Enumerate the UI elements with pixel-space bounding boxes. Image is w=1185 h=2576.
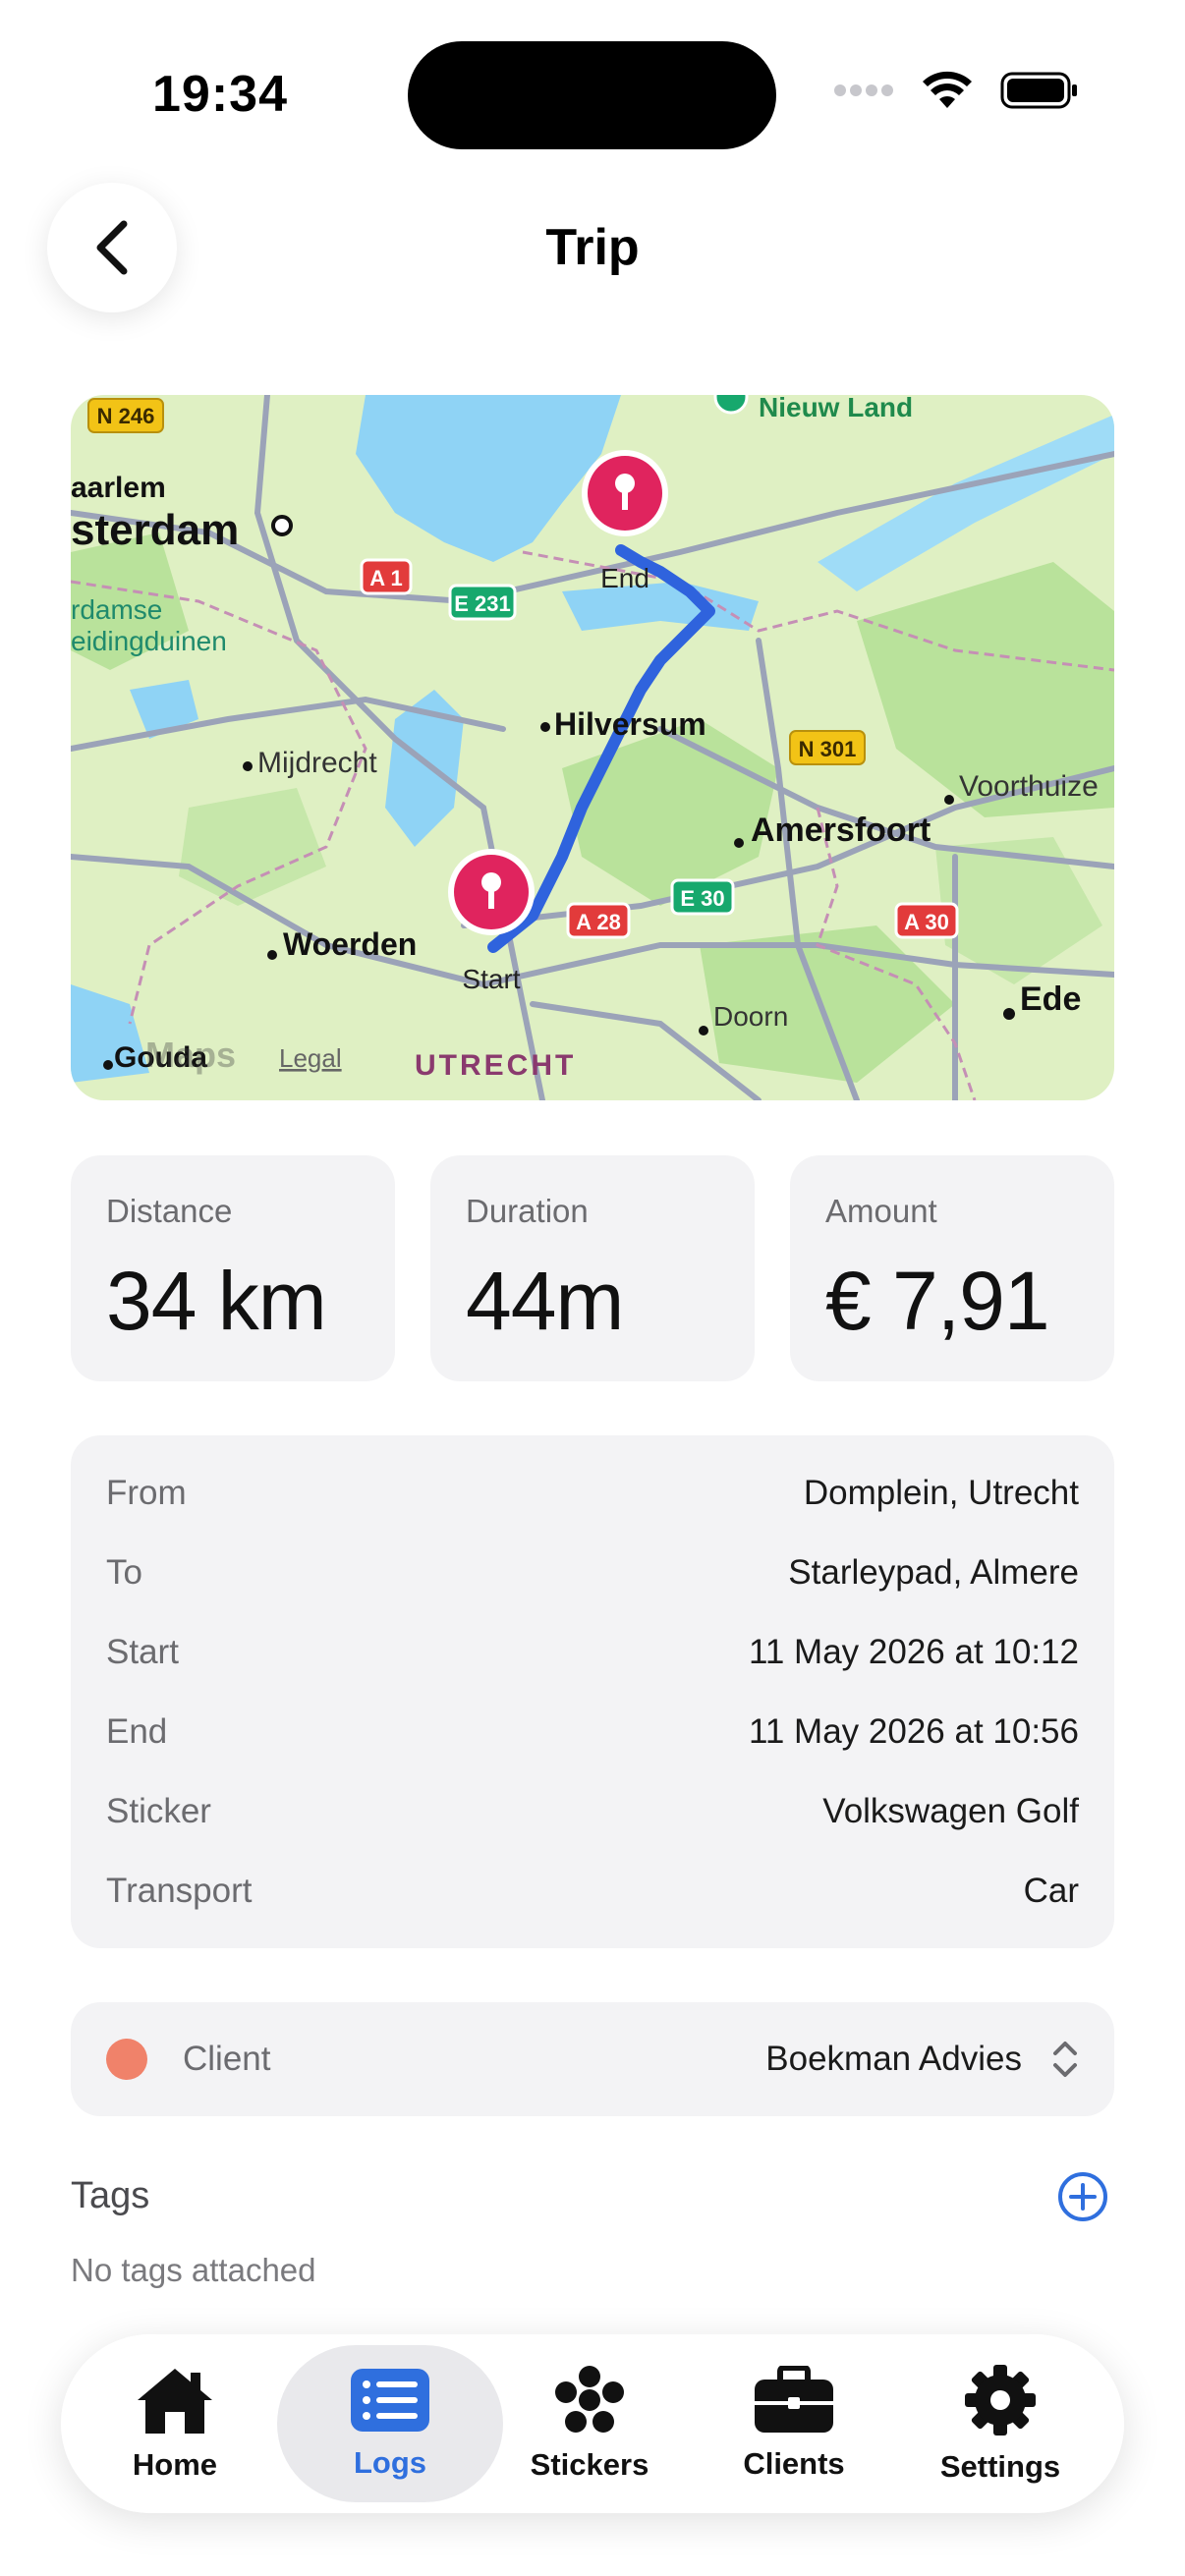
client-value: Boekman Advies [765, 2040, 1022, 2078]
add-tag-button[interactable] [1057, 2171, 1108, 2222]
client-label: Client [183, 2040, 271, 2078]
detail-value: Volkswagen Golf [822, 1791, 1079, 1830]
stat-label: Distance [106, 1193, 233, 1229]
detail-row-start: Start 11 May 2026 at 10:12 [106, 1612, 1079, 1692]
map-pin-start [448, 849, 535, 935]
svg-text:eidingduinen: eidingduinen [71, 626, 227, 656]
briefcase-icon [755, 2366, 833, 2433]
tab-label: Logs [353, 2445, 427, 2480]
svg-text:Maps: Maps [145, 1035, 236, 1075]
list-icon [351, 2369, 429, 2432]
svg-text:A 30: A 30 [904, 910, 949, 934]
status-time: 19:34 [152, 66, 288, 123]
map-forest-1 [562, 719, 778, 906]
svg-text:Nieuw Land: Nieuw Land [759, 395, 913, 422]
stat-label: Duration [466, 1193, 589, 1229]
svg-text:Legal: Legal [279, 1043, 342, 1073]
client-color-dot [106, 2039, 147, 2080]
tags-empty-text: No tags attached [71, 2252, 316, 2288]
svg-text:A 28: A 28 [576, 910, 621, 934]
trip-details-card: From Domplein, Utrecht To Starleypad, Al… [71, 1435, 1114, 1948]
tab-label: Settings [939, 2449, 1061, 2484]
detail-key: To [106, 1552, 142, 1592]
cellular-icon [834, 84, 893, 96]
svg-text:A 1: A 1 [369, 566, 402, 590]
detail-key: End [106, 1711, 168, 1751]
trip-screen: 19:34 Trip N 246 Nieuw Land aarlem sterd… [0, 0, 1185, 2576]
detail-row-to: To Starleypad, Almere [106, 1533, 1079, 1612]
map-water-gooimeer [562, 582, 759, 631]
svg-text:Voorthuize: Voorthuize [959, 770, 1099, 803]
page-title: Trip [545, 219, 640, 276]
stat-amount: Amount € 7,91 [790, 1155, 1114, 1381]
detail-value: Starleypad, Almere [788, 1552, 1079, 1592]
map-water-ijmeer [356, 395, 621, 562]
wifi-icon [923, 71, 972, 108]
detail-key: Sticker [106, 1791, 211, 1830]
detail-value: 11 May 2026 at 10:12 [749, 1632, 1079, 1671]
svg-text:E 30: E 30 [680, 886, 724, 911]
svg-text:Hilversum: Hilversum [554, 706, 706, 742]
house-icon [138, 2369, 212, 2434]
client-picker[interactable]: Client Boekman Advies [71, 2002, 1114, 2116]
stat-value: € 7,91 [825, 1255, 1050, 1347]
stat-label: Amount [825, 1193, 937, 1229]
svg-text:Start: Start [462, 964, 520, 994]
detail-value: 11 May 2026 at 10:56 [749, 1711, 1079, 1751]
tab-label: Clients [743, 2446, 845, 2481]
svg-text:sterdam: sterdam [71, 506, 239, 554]
tab-stickers[interactable]: Stickers [491, 2334, 688, 2513]
route-map[interactable]: N 246 Nieuw Land aarlem sterdam rdamse e… [71, 395, 1114, 1100]
svg-text:Ede: Ede [1020, 980, 1081, 1018]
chevron-up-down-icon [1053, 2042, 1077, 2077]
map-canvas: N 246 Nieuw Land aarlem sterdam rdamse e… [71, 395, 1114, 1100]
detail-row-sticker: Sticker Volkswagen Golf [106, 1771, 1079, 1851]
svg-text:End: End [600, 563, 649, 593]
stat-value: 44m [466, 1255, 624, 1347]
stat-value: 34 km [106, 1255, 327, 1347]
svg-text:Woerden: Woerden [283, 926, 417, 962]
map-water-east [818, 415, 1114, 591]
svg-text:Mijdrecht: Mijdrecht [257, 747, 377, 779]
detail-value: Domplein, Utrecht [803, 1473, 1079, 1512]
tab-bar: Home Logs Stickers Clients Settings [61, 2334, 1124, 2513]
detail-key: Transport [106, 1871, 253, 1910]
svg-text:E 231: E 231 [454, 591, 511, 616]
tab-settings[interactable]: Settings [902, 2334, 1099, 2513]
svg-text:N 301: N 301 [799, 737, 857, 761]
detail-key: From [106, 1473, 187, 1512]
tab-label: Stickers [530, 2447, 649, 2482]
svg-text:rdamse: rdamse [71, 594, 162, 625]
tab-clients[interactable]: Clients [696, 2334, 892, 2513]
svg-text:Doorn: Doorn [713, 1001, 788, 1032]
map-amsterdam-marker [271, 515, 293, 536]
map-forest-5 [179, 788, 326, 906]
svg-text:aarlem: aarlem [71, 472, 166, 504]
tab-home[interactable]: Home [77, 2334, 273, 2513]
dynamic-island [408, 41, 776, 149]
flower-icon [555, 2366, 624, 2433]
detail-row-transport: Transport Car [106, 1851, 1079, 1931]
svg-text:Amersfoort: Amersfoort [751, 812, 931, 849]
detail-key: Start [106, 1632, 179, 1671]
map-pin-end [582, 450, 668, 536]
gear-icon [965, 2365, 1036, 2436]
stat-duration: Duration 44m [430, 1155, 755, 1381]
detail-row-from: From Domplein, Utrecht [106, 1453, 1079, 1533]
tags-title: Tags [71, 2175, 150, 2216]
detail-row-end: End 11 May 2026 at 10:56 [106, 1692, 1079, 1771]
status-icons [833, 71, 1079, 110]
detail-value: Car [1023, 1871, 1079, 1910]
svg-text:N 246: N 246 [97, 404, 155, 428]
tab-label: Home [132, 2447, 218, 2482]
stat-distance: Distance 34 km [71, 1155, 395, 1381]
svg-text:UTRECHT: UTRECHT [415, 1049, 576, 1082]
tab-logs[interactable]: Logs [277, 2345, 503, 2502]
battery-icon [1000, 72, 1077, 109]
